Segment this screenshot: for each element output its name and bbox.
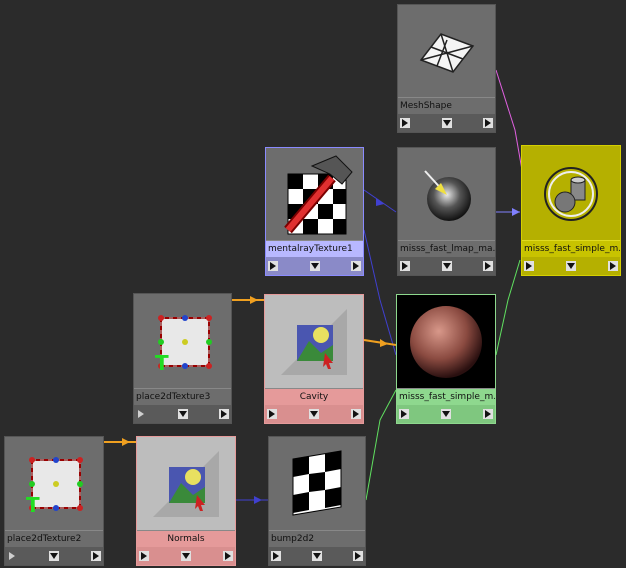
output-port-button[interactable] — [351, 261, 361, 271]
shader-cylinder-icon — [522, 146, 620, 241]
node-place2d-texture3[interactable]: T place2dTexture3 — [133, 293, 232, 424]
output-port-button[interactable] — [353, 551, 363, 561]
input-port-button[interactable] — [271, 551, 281, 561]
node-label: MeshShape — [398, 97, 495, 114]
input-port-button[interactable] — [136, 409, 146, 419]
output-port-button[interactable] — [483, 118, 493, 128]
input-port-button[interactable] — [7, 551, 17, 561]
node-lmap-shader[interactable]: misss_fast_lmap_ma... — [397, 147, 496, 276]
node-ports — [266, 257, 363, 275]
output-port-button[interactable] — [223, 551, 233, 561]
bump-checker-icon — [269, 437, 365, 531]
expand-button[interactable] — [441, 409, 451, 419]
node-label: misss_fast_simple_m... — [397, 388, 495, 405]
node-label: Cavity — [265, 388, 363, 405]
input-port-button[interactable] — [400, 261, 410, 271]
svg-text:T: T — [26, 493, 40, 514]
node-mentalray-texture[interactable]: mentalrayTexture1 — [265, 147, 364, 276]
node-cavity[interactable]: Cavity — [264, 294, 364, 424]
input-port-button[interactable] — [268, 261, 278, 271]
node-ports — [269, 547, 365, 565]
wire-meshshape-to-sg — [495, 69, 523, 171]
mesh-icon — [398, 5, 495, 98]
node-label: misss_fast_lmap_ma... — [398, 240, 495, 257]
output-port-button[interactable] — [483, 261, 493, 271]
input-port-button[interactable] — [400, 118, 410, 128]
sss-sphere-icon — [397, 295, 495, 389]
node-ports — [134, 405, 231, 423]
node-label: place2dTexture2 — [5, 530, 103, 547]
output-port-button[interactable] — [351, 409, 361, 419]
output-port-button[interactable] — [219, 409, 229, 419]
node-meshshape[interactable]: MeshShape — [397, 4, 496, 133]
output-port-button[interactable] — [91, 551, 101, 561]
node-sss-shader[interactable]: misss_fast_simple_m... — [396, 294, 496, 424]
mentalray-texture-icon — [266, 148, 363, 241]
node-place2d-texture2[interactable]: T place2dTexture2 — [4, 436, 104, 566]
node-ports — [265, 405, 363, 423]
expand-button[interactable] — [181, 551, 191, 561]
expand-button[interactable] — [312, 551, 322, 561]
expand-button[interactable] — [309, 261, 320, 271]
input-port-button[interactable] — [139, 551, 149, 561]
expand-button[interactable] — [177, 409, 188, 419]
output-port-button[interactable] — [483, 409, 493, 419]
file-texture-icon — [265, 295, 363, 389]
wire-bump-to-simple-mi — [365, 389, 397, 501]
node-bump2d2[interactable]: bump2d2 — [268, 436, 366, 566]
place2d-icon: T — [5, 437, 103, 531]
node-ports — [5, 547, 103, 565]
output-port-button[interactable] — [608, 261, 618, 271]
node-label: place2dTexture3 — [134, 388, 231, 405]
node-ports — [137, 547, 235, 565]
node-ports — [398, 114, 495, 132]
wire-simple-mi-to-sg — [495, 259, 521, 356]
input-port-button[interactable] — [267, 409, 277, 419]
expand-button[interactable] — [566, 261, 576, 271]
node-shading-group[interactable]: misss_fast_simple_m... — [521, 145, 621, 276]
expand-button[interactable] — [441, 118, 452, 128]
wire-mentalray-to-simple-mi — [363, 229, 397, 356]
node-ports — [398, 257, 495, 275]
node-ports — [397, 405, 495, 423]
lmap-sphere-icon — [398, 148, 495, 241]
expand-button[interactable] — [309, 409, 319, 419]
place2d-icon: T — [134, 294, 231, 389]
node-normals[interactable]: Normals — [136, 436, 236, 566]
expand-button[interactable] — [441, 261, 452, 271]
file-texture-icon — [137, 437, 235, 531]
node-label: bump2d2 — [269, 530, 365, 547]
input-port-button[interactable] — [399, 409, 409, 419]
svg-text:T: T — [155, 351, 169, 372]
input-port-button[interactable] — [524, 261, 534, 271]
node-label: mentalrayTexture1 — [266, 240, 363, 257]
node-ports — [522, 257, 620, 275]
node-label: misss_fast_simple_m... — [522, 240, 620, 257]
node-label: Normals — [137, 530, 235, 547]
expand-button[interactable] — [49, 551, 59, 561]
